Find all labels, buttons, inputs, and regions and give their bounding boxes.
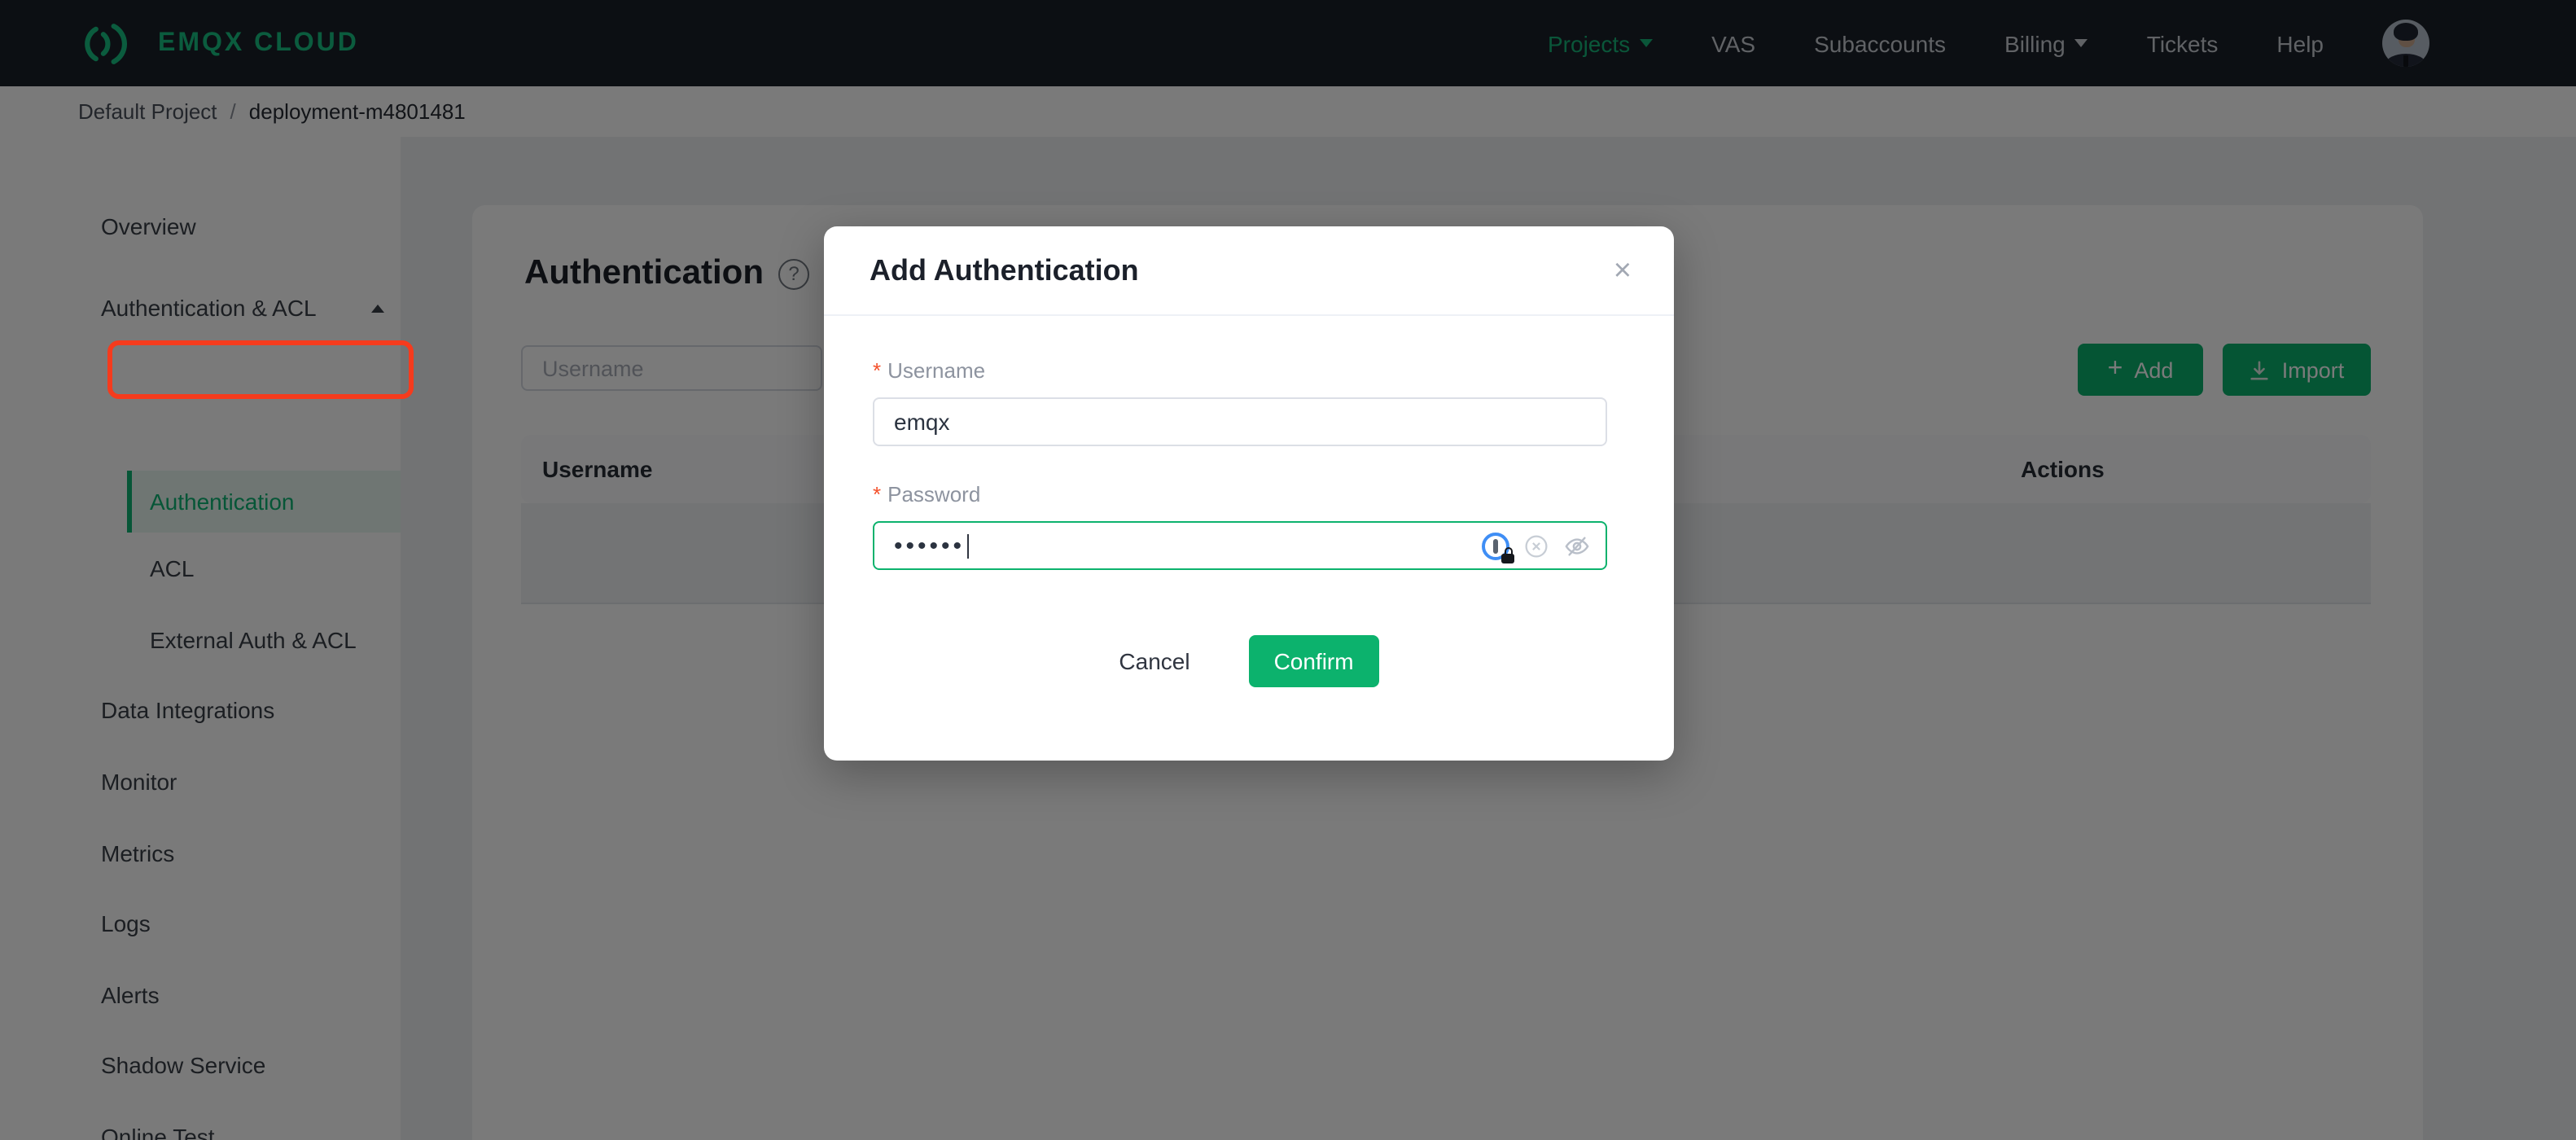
close-icon[interactable]: × — [1614, 255, 1632, 286]
modal-body: * Username * Password •••••• — [824, 316, 1674, 687]
required-asterisk: * — [873, 358, 882, 383]
username-label: * Username — [873, 358, 986, 383]
text-cursor — [966, 533, 969, 558]
clear-icon[interactable] — [1524, 533, 1549, 558]
annotation-highlight-rectangle — [107, 340, 414, 399]
modal-password-input[interactable]: •••••• — [873, 521, 1607, 570]
eye-off-icon[interactable] — [1563, 533, 1591, 558]
emqx-cloud-console: EMQX CLOUD Projects VAS Subaccounts Bill… — [0, 0, 2576, 1140]
required-asterisk: * — [873, 482, 882, 506]
confirm-button[interactable]: Confirm — [1248, 635, 1379, 687]
password-label: * Password — [873, 482, 981, 506]
cancel-button[interactable]: Cancel — [1109, 647, 1199, 676]
modal-header: Add Authentication × — [824, 226, 1674, 316]
password-masked-value: •••••• — [894, 532, 966, 559]
password-field-icons — [1482, 523, 1591, 568]
modal-title: Add Authentication — [870, 253, 1139, 286]
modal-footer: Cancel Confirm — [873, 635, 1615, 687]
password-manager-icon[interactable] — [1482, 532, 1514, 563]
modal-username-input[interactable] — [873, 397, 1607, 446]
add-authentication-modal: Add Authentication × * Username * Passwo… — [824, 226, 1674, 761]
